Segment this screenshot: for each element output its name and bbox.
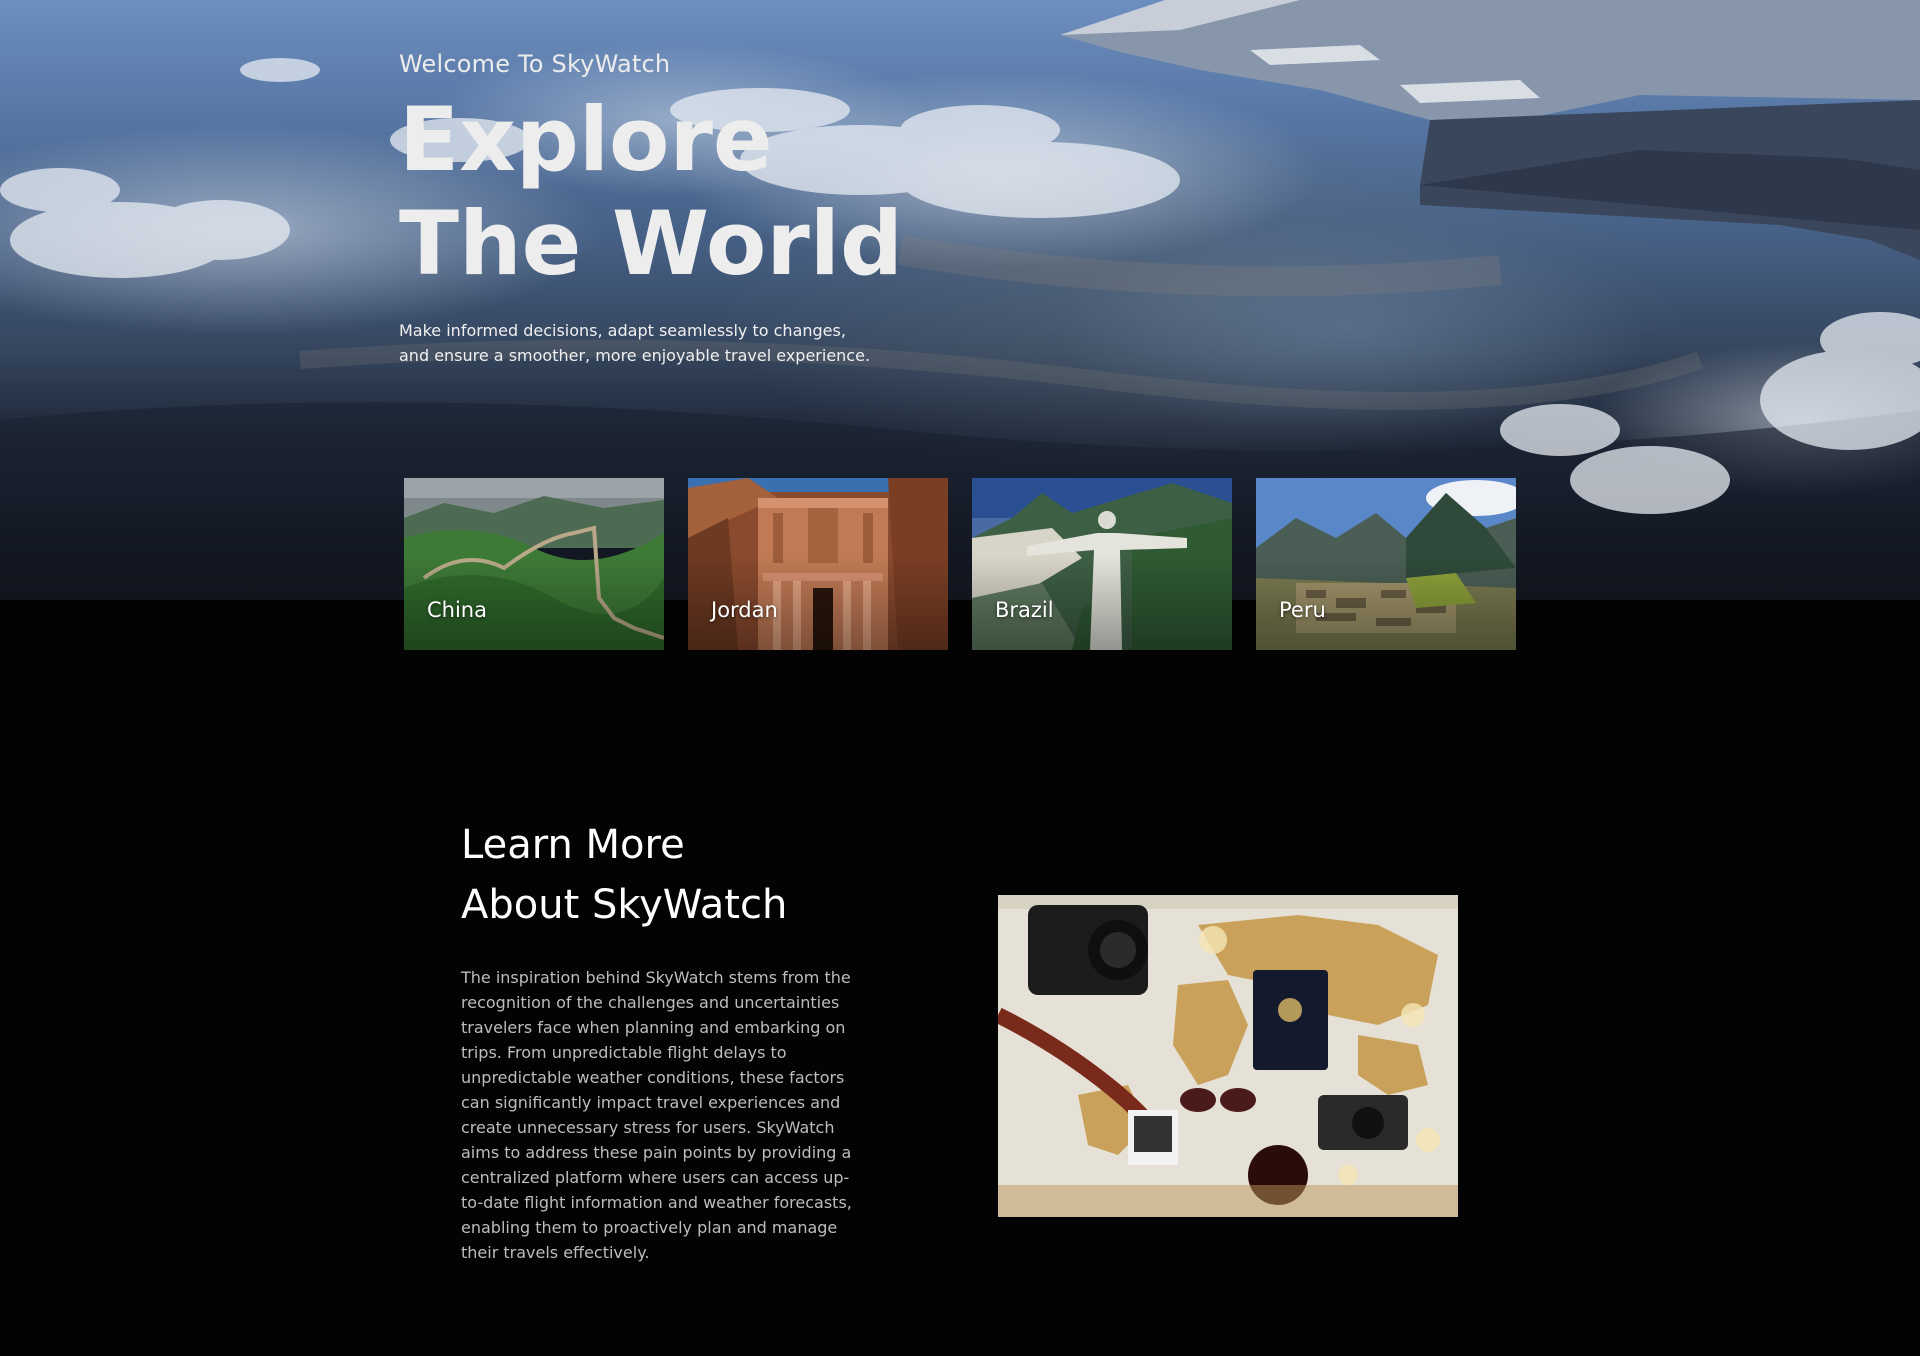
hero-title-line-1: Explore [399,88,773,191]
destination-card-jordan[interactable]: Jordan [688,478,948,650]
about-title-line-2: About SkyWatch [461,882,788,928]
welcome-text: Welcome To SkyWatch [399,50,671,78]
destination-label: Peru [1279,598,1326,622]
destination-label: Brazil [995,598,1054,622]
hero-text-block: Welcome To SkyWatch Explore The World Ma… [399,50,959,368]
destination-label: China [427,598,487,622]
destination-card-peru[interactable]: Peru [1256,478,1516,650]
about-section: Learn More About SkyWatch The inspiratio… [461,815,861,1265]
hero-description: Make informed decisions, adapt seamlessl… [399,321,871,365]
travel-flatlay-image [998,895,1458,1217]
hero-title-line-2: The World [399,192,903,295]
about-title-line-1: Learn More [461,822,685,868]
about-body-text: The inspiration behind SkyWatch stems fr… [461,968,852,1262]
page: Welcome To SkyWatch Explore The World Ma… [0,0,1920,1356]
destination-card-china[interactable]: China [404,478,664,650]
hero-title: Explore The World [399,88,959,296]
destination-card-brazil[interactable]: Brazil [972,478,1232,650]
plane-wing-image [1060,0,1920,260]
destination-cards: China Jordan Brazil Peru [404,478,1516,650]
destination-label: Jordan [711,598,778,622]
travel-flatlay-illustration [998,895,1458,1217]
about-title: Learn More About SkyWatch [461,815,861,935]
